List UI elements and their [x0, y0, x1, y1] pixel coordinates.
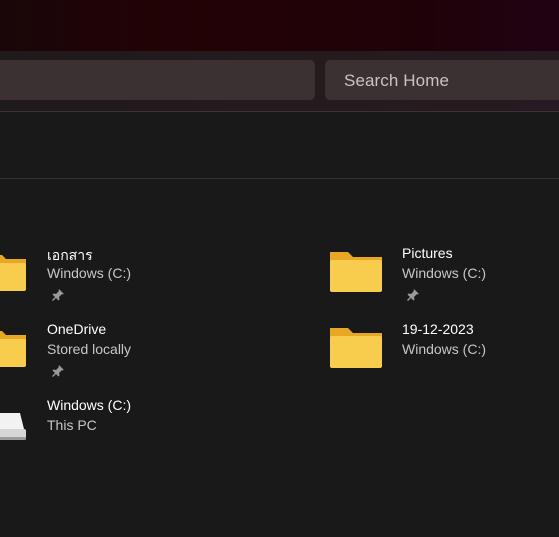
address-input[interactable]: [0, 60, 315, 100]
item-name: OneDrive: [47, 321, 107, 337]
item-name: Windows (C:): [47, 397, 132, 413]
item-location: Windows (C:): [402, 341, 487, 357]
quick-access-area: เอกสาร Windows (C:) Pictures Windows (C:…: [0, 179, 559, 537]
address-bar-area: Search Home: [0, 51, 559, 112]
quick-access-item-windows-c[interactable]: Windows (C:) This PC: [0, 395, 250, 455]
pin-icon: [407, 289, 419, 301]
quick-access-item-pictures[interactable]: Pictures Windows (C:): [325, 243, 559, 303]
search-box[interactable]: Search Home: [325, 60, 559, 100]
item-location: Windows (C:): [402, 265, 487, 281]
folder-icon: [330, 252, 382, 292]
title-bar: [0, 0, 559, 51]
item-name: 19-12-2023: [402, 321, 474, 337]
quick-access-item-onedrive[interactable]: OneDrive Stored locally: [0, 319, 250, 379]
command-bar: [0, 112, 559, 179]
search-placeholder: Search Home: [344, 71, 450, 90]
folder-icon: [0, 255, 26, 291]
folder-icon: [0, 331, 26, 367]
item-name: Pictures: [402, 245, 453, 261]
drive-icon: [0, 413, 26, 440]
pin-icon: [52, 289, 64, 301]
item-location: Stored locally: [47, 341, 132, 357]
pin-icon: [52, 365, 64, 377]
item-name: เอกสาร: [47, 247, 93, 263]
folder-icon: [330, 328, 382, 368]
item-location: This PC: [47, 417, 97, 433]
quick-access-item-documents[interactable]: เอกสาร Windows (C:): [0, 243, 250, 303]
quick-access-item-19-12-2023[interactable]: 19-12-2023 Windows (C:): [325, 319, 559, 379]
item-location: Windows (C:): [47, 265, 132, 281]
